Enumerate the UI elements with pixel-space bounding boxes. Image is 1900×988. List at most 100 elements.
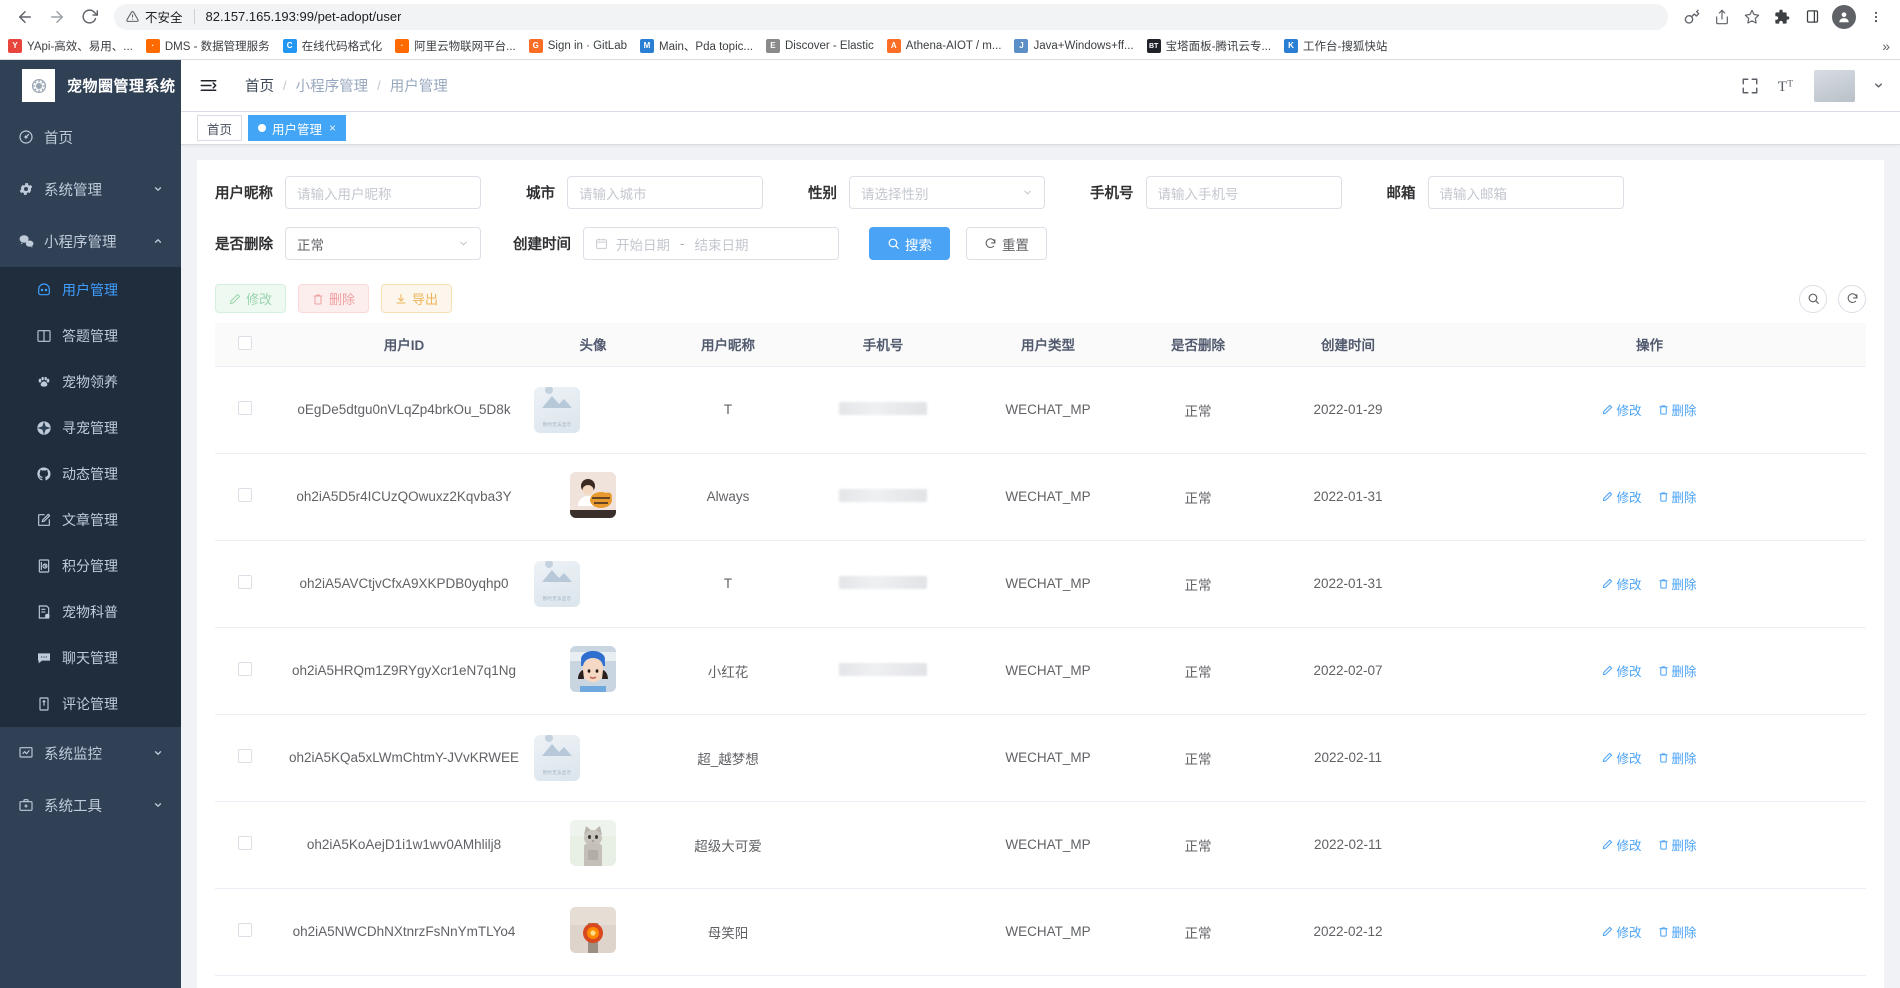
bookmark-item[interactable]: C 在线代码格式化 bbox=[282, 38, 382, 54]
bookmark-item[interactable]: BT 宝塔面板-腾讯云专... bbox=[1146, 38, 1271, 54]
sidebar-item-chat-management[interactable]: 聊天管理 bbox=[0, 635, 181, 681]
sidebar-item-find-pet-management[interactable]: 寻宠管理 bbox=[0, 405, 181, 451]
row-edit-link[interactable]: 修改 bbox=[1602, 574, 1642, 593]
nickname-input[interactable]: 请输入用户昵称 bbox=[285, 176, 481, 209]
sidebar-item-home[interactable]: 首页 bbox=[0, 111, 181, 163]
row-checkbox[interactable] bbox=[238, 488, 252, 502]
address-bar[interactable]: 不安全 82.157.165.193:99/pet-adopt/user bbox=[114, 3, 1668, 30]
extensions-icon[interactable] bbox=[1768, 3, 1796, 31]
bookmark-item[interactable]: · DMS - 数据管理服务 bbox=[145, 38, 270, 54]
tag-user-management[interactable]: 用户管理 × bbox=[248, 115, 347, 141]
table-row[interactable]: oh2iA5HRQm1Z9RYgyXcr1eN7q1Ng 小红花 WECHAT_MP… bbox=[215, 627, 1866, 715]
row-checkbox[interactable] bbox=[238, 836, 252, 850]
back-button[interactable] bbox=[10, 3, 40, 31]
sidebar-item-quiz-management[interactable]: 答题管理 bbox=[0, 313, 181, 359]
bookmark-item[interactable]: J Java+Windows+ff... bbox=[1014, 39, 1134, 53]
chevron-down-icon[interactable] bbox=[1873, 80, 1884, 91]
table-row[interactable]: oh2iA5NWCDhNXtnrzFsNnYmTLYo4 母笑阳 WECHAT_MP… bbox=[215, 888, 1866, 976]
menu-kebab-icon[interactable] bbox=[1862, 3, 1890, 31]
row-delete-link[interactable]: 删除 bbox=[1658, 661, 1697, 680]
sidebar-item-pet-knowledge[interactable]: 宠物科普 bbox=[0, 589, 181, 635]
avatar-photo[interactable] bbox=[570, 820, 616, 866]
avatar-photo[interactable] bbox=[570, 907, 616, 953]
table-row[interactable]: oh2iA5KoAejD1i1w1wv0AMhlilj8 超级大可爱 WECHAT_… bbox=[215, 801, 1866, 889]
bookmark-item[interactable]: · 阿里云物联网平台... bbox=[395, 38, 516, 54]
export-button[interactable]: 导出 bbox=[381, 284, 453, 313]
email-input[interactable]: 请输入邮箱 bbox=[1427, 176, 1624, 209]
font-size-icon[interactable]: TT bbox=[1777, 76, 1796, 95]
row-edit-link[interactable]: 修改 bbox=[1602, 487, 1642, 506]
sidebar-item-system-management[interactable]: 系统管理 bbox=[0, 163, 181, 215]
row-delete-link[interactable]: 删除 bbox=[1658, 748, 1697, 767]
cell-user-id: oh2iA5KQa5xLWmChtmY-JVvKRWEE bbox=[275, 714, 533, 802]
bookmark-item[interactable]: E Discover - Elastic bbox=[765, 39, 874, 53]
sidebar-item-article-management[interactable]: 文章管理 bbox=[0, 497, 181, 543]
bookmark-item[interactable]: K 工作台-搜狐快站 bbox=[1284, 38, 1387, 54]
row-checkbox[interactable] bbox=[238, 662, 252, 676]
row-edit-link[interactable]: 修改 bbox=[1602, 661, 1642, 680]
sidebar-item-points-management[interactable]: 积分管理 bbox=[0, 543, 181, 589]
star-icon[interactable] bbox=[1738, 3, 1766, 31]
refresh-icon[interactable] bbox=[1838, 284, 1866, 313]
bookmark-item[interactable]: G Sign in · GitLab bbox=[528, 39, 627, 53]
delete-button[interactable]: 删除 bbox=[298, 284, 370, 313]
comment-icon bbox=[36, 696, 62, 712]
table-row[interactable]: oh2iA5KQa5xLWmChtmY-JVvKRWEE 暂时无法显示 超_越梦想 W… bbox=[215, 714, 1866, 802]
key-icon[interactable] bbox=[1678, 3, 1706, 31]
tag-home[interactable]: 首页 bbox=[197, 115, 243, 141]
bookmark-item[interactable]: A Athena-AIOT / m... bbox=[886, 39, 1001, 53]
row-edit-link[interactable]: 修改 bbox=[1602, 748, 1642, 767]
bookmark-item[interactable]: Y YApi-高效、易用、... bbox=[8, 38, 133, 54]
deleted-select[interactable]: 正常 bbox=[285, 227, 481, 260]
share-icon[interactable] bbox=[1708, 3, 1736, 31]
row-checkbox[interactable] bbox=[238, 575, 252, 589]
row-delete-link[interactable]: 删除 bbox=[1658, 835, 1697, 854]
city-input[interactable]: 请输入城市 bbox=[567, 176, 763, 209]
search-button[interactable]: 搜索 bbox=[869, 227, 950, 260]
phone-input[interactable]: 请输入手机号 bbox=[1145, 176, 1342, 209]
field-label: 用户昵称 bbox=[215, 186, 273, 202]
row-edit-link[interactable]: 修改 bbox=[1602, 922, 1642, 941]
forward-button[interactable] bbox=[42, 3, 72, 31]
sidebar-item-pet-adoption[interactable]: 宠物领养 bbox=[0, 359, 181, 405]
reload-button[interactable] bbox=[74, 3, 104, 31]
reset-button[interactable]: 重置 bbox=[966, 227, 1047, 260]
created-date-range[interactable]: 开始日期 - 结束日期 bbox=[583, 227, 839, 260]
row-edit-link[interactable]: 修改 bbox=[1602, 835, 1642, 854]
fullscreen-icon[interactable] bbox=[1741, 77, 1759, 95]
row-checkbox[interactable] bbox=[238, 749, 252, 763]
row-delete-link[interactable]: 删除 bbox=[1658, 487, 1697, 506]
brand[interactable]: 宠物圈管理系统 bbox=[0, 60, 181, 111]
export-button-label: 导出 bbox=[412, 292, 439, 307]
sidebar-item-comment-management[interactable]: 评论管理 bbox=[0, 681, 181, 727]
profile-icon[interactable] bbox=[1832, 4, 1856, 29]
sidepanel-icon[interactable] bbox=[1798, 3, 1826, 31]
close-icon[interactable]: × bbox=[329, 121, 336, 135]
avatar-photo[interactable] bbox=[570, 472, 616, 518]
row-delete-link[interactable]: 删除 bbox=[1658, 400, 1697, 419]
table-row[interactable]: oh2iA5AVCtjvCfxA9XKPDB0yqhp0 暂时无法显示 T WECHA… bbox=[215, 540, 1866, 628]
row-edit-link[interactable]: 修改 bbox=[1602, 400, 1642, 419]
select-all-checkbox[interactable] bbox=[238, 335, 252, 350]
row-checkbox[interactable] bbox=[238, 401, 252, 415]
hamburger-fold-icon[interactable] bbox=[199, 76, 227, 95]
bookmark-item[interactable]: M Main、Pda topic... bbox=[640, 38, 753, 54]
edit-button[interactable]: 修改 bbox=[215, 284, 287, 313]
avatar-photo[interactable] bbox=[570, 646, 616, 692]
row-checkbox[interactable] bbox=[238, 923, 252, 937]
breadcrumb-item-home[interactable]: 首页 bbox=[245, 75, 274, 96]
sidebar-item-miniprogram-management[interactable]: 小程序管理 bbox=[0, 215, 181, 267]
sidebar-item-user-management[interactable]: 用户管理 bbox=[0, 267, 181, 313]
avatar[interactable] bbox=[1814, 69, 1855, 102]
row-delete-link[interactable]: 删除 bbox=[1658, 574, 1697, 593]
sidebar-item-label: 小程序管理 bbox=[44, 234, 117, 251]
sidebar-item-system-monitor[interactable]: 系统监控 bbox=[0, 727, 181, 779]
gender-select[interactable]: 请选择性别 bbox=[849, 176, 1045, 209]
search-toggle-icon[interactable] bbox=[1799, 284, 1827, 313]
table-row[interactable]: oEgDe5dtgu0nVLqZp4brkOu_5D8k 暂时无法显示 T WECHA… bbox=[215, 366, 1866, 454]
sidebar-item-feed-management[interactable]: 动态管理 bbox=[0, 451, 181, 497]
row-delete-link[interactable]: 删除 bbox=[1658, 922, 1697, 941]
table-row[interactable]: oh2iA5D5r4ICUzQOwuxz2Kqvba3Y Always WECHAT… bbox=[215, 453, 1866, 541]
bookmarks-overflow-icon[interactable]: » bbox=[1882, 38, 1892, 54]
sidebar-item-system-tools[interactable]: 系统工具 bbox=[0, 779, 181, 831]
